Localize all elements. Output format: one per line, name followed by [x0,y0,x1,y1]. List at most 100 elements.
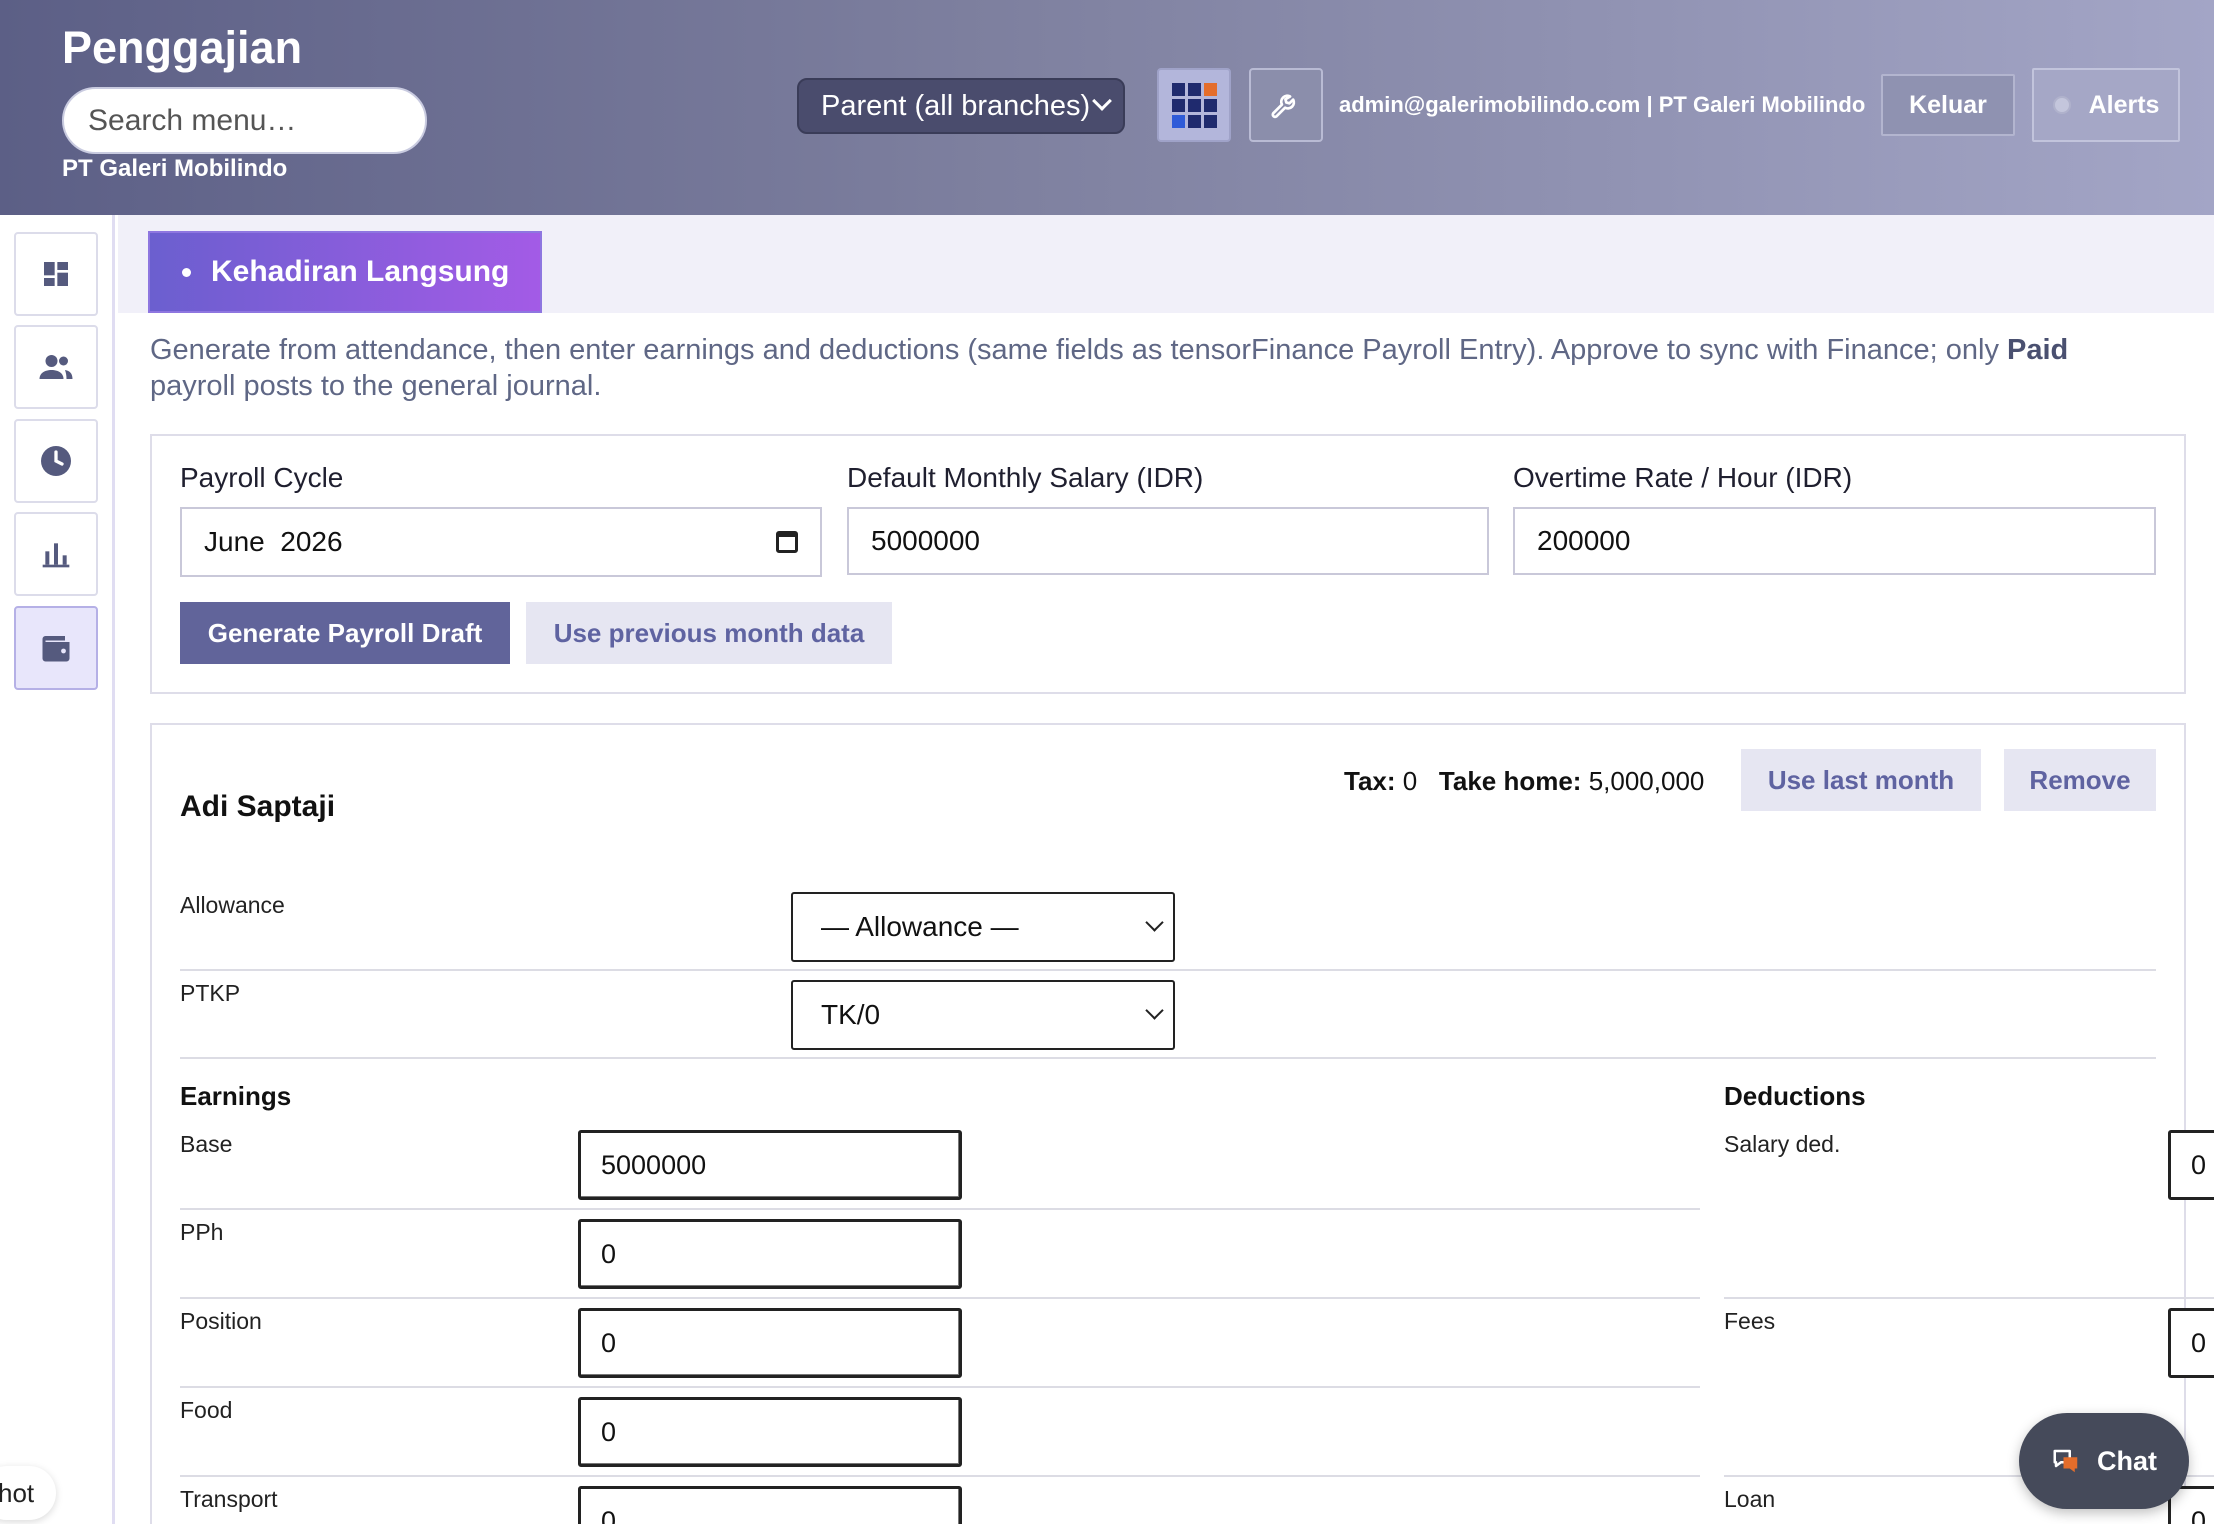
earning-value: 0 [601,1416,617,1447]
employee-name: Adi Saptaji [180,790,336,823]
divider [180,969,2156,971]
use-previous-month-button[interactable]: Use previous month data [526,602,892,664]
payroll-cycle-input[interactable]: June 2026 [180,507,822,577]
earning-label-food: Food [180,1397,233,1423]
divider [1724,1297,2214,1299]
divider [180,1386,1700,1388]
payroll-cycle-label: Payroll Cycle [180,462,344,493]
sidebar-item-payroll[interactable] [14,606,98,690]
earning-label-pph: PPh [180,1219,224,1245]
page-title: Penggajian [62,22,303,73]
earning-value: 0 [601,1327,617,1358]
intro-bold: Paid [2007,334,2069,366]
chevron-down-icon [1145,913,1164,932]
earning-input-base[interactable]: 5000000 [578,1130,962,1200]
bar-chart-icon [42,543,70,568]
earning-value: 0 [601,1238,617,1269]
earning-input-position[interactable]: 0 [578,1308,962,1378]
chevron-down-icon [1145,1001,1164,1020]
wallet-icon [42,636,70,662]
tax-value: 0 [1402,766,1418,796]
remove-employee-button[interactable]: Remove [2004,749,2156,811]
earning-label-base: Base [180,1131,233,1157]
chat-bubble-icon [2053,1449,2078,1473]
chatbot-tab-label: hot [0,1477,35,1508]
intro-text-part: Generate from attendance, then enter ear… [150,334,2008,366]
take-home-value: 5,000,000 [1588,766,1705,796]
employee-payroll-card [150,723,2186,1524]
deduction-value: 0 [2191,1327,2207,1358]
divider [180,1297,1700,1299]
deduction-value: 0 [2191,1149,2207,1180]
payroll-cycle-value: June 2026 [204,526,343,557]
tax-summary: Tax: 0 Take home: 5,000,000 [1344,766,1704,797]
ptkp-select[interactable]: TK/0 [791,980,1175,1050]
logout-button[interactable]: Keluar [1881,74,2015,136]
clock-icon [41,446,71,476]
user-account-info: admin@galerimobilindo.com | PT Galeri Mo… [1339,92,1866,117]
use-last-month-button[interactable]: Use last month [1741,749,1981,811]
earning-label-transport: Transport [180,1486,278,1512]
sidebar-item-employees[interactable] [14,325,98,409]
chevron-down-icon [1092,91,1112,111]
default-salary-input[interactable]: 5000000 [847,507,1489,575]
apps-grid-button[interactable] [1157,68,1231,142]
earning-input-transport[interactable]: 0 [578,1486,962,1524]
chatbot-tab[interactable]: hot [0,1466,56,1520]
grid-icon [1171,82,1217,128]
allowance-select-value: — Allowance — [821,911,1019,942]
calendar-icon [776,531,798,553]
intro-text: Generate from attendance, then enter ear… [150,332,2150,404]
chat-button[interactable]: Chat [2019,1413,2189,1509]
sidebar-item-dashboard[interactable] [14,232,98,316]
bullet-icon [182,267,191,277]
deduction-input-salary[interactable]: 0 [2168,1130,2214,1200]
divider [180,1475,1700,1477]
earnings-title: Earnings [180,1081,292,1111]
tab-kehadiran-langsung[interactable]: Kehadiran Langsung [148,231,542,313]
earning-value: 0 [601,1505,617,1524]
ptkp-select-value: TK/0 [821,999,881,1030]
overtime-rate-input[interactable]: 200000 [1513,507,2156,575]
branch-select-value: Parent (all branches) [821,89,1091,122]
earning-label-position: Position [180,1308,262,1334]
users-icon [39,355,73,379]
sidebar [0,215,115,1524]
earning-value: 5000000 [601,1149,707,1180]
intro-text-part: payroll posts to the general journal. [150,370,602,402]
earning-input-pph[interactable]: 0 [578,1219,962,1289]
wrench-icon [1271,94,1296,119]
divider [180,1208,1700,1210]
sidebar-item-reports[interactable] [14,512,98,596]
deduction-input-fees[interactable]: 0 [2168,1308,2214,1378]
divider [180,1057,2156,1059]
allowance-select[interactable]: — Allowance — [791,892,1175,962]
generate-payroll-draft-button[interactable]: Generate Payroll Draft [180,602,510,664]
dashboard-icon [44,262,68,286]
deduction-label-loan: Loan [1724,1486,1776,1512]
sidebar-item-attendance[interactable] [14,419,98,503]
alerts-label: Alerts [2088,90,2160,119]
deductions-title: Deductions [1724,1081,1866,1111]
deduction-label-salary: Salary ded. [1724,1131,1841,1157]
app-header: Penggajian PT Galeri Mobilindo Parent (a… [0,0,2214,215]
tab-label: Kehadiran Langsung [211,255,510,288]
chat-label: Chat [2097,1445,2157,1476]
alert-status-icon [2052,96,2071,114]
alerts-button[interactable]: Alerts [2032,68,2180,142]
overtime-rate-value: 200000 [1537,525,1631,556]
take-home-label: Take home: [1438,766,1582,796]
company-name: PT Galeri Mobilindo [62,155,288,182]
earning-input-food[interactable]: 0 [578,1397,962,1467]
ptkp-label: PTKP [180,980,241,1006]
branch-select[interactable]: Parent (all branches) [797,78,1125,134]
allowance-label: Allowance [180,892,285,918]
deduction-value: 0 [2191,1505,2207,1524]
settings-button[interactable] [1249,68,1323,142]
default-salary-value: 5000000 [871,525,981,556]
overtime-rate-label: Overtime Rate / Hour (IDR) [1513,462,1853,493]
deduction-label-fees: Fees [1724,1308,1776,1334]
tax-label: Tax: [1344,766,1396,796]
search-input[interactable] [62,87,427,154]
default-salary-label: Default Monthly Salary (IDR) [847,462,1204,493]
